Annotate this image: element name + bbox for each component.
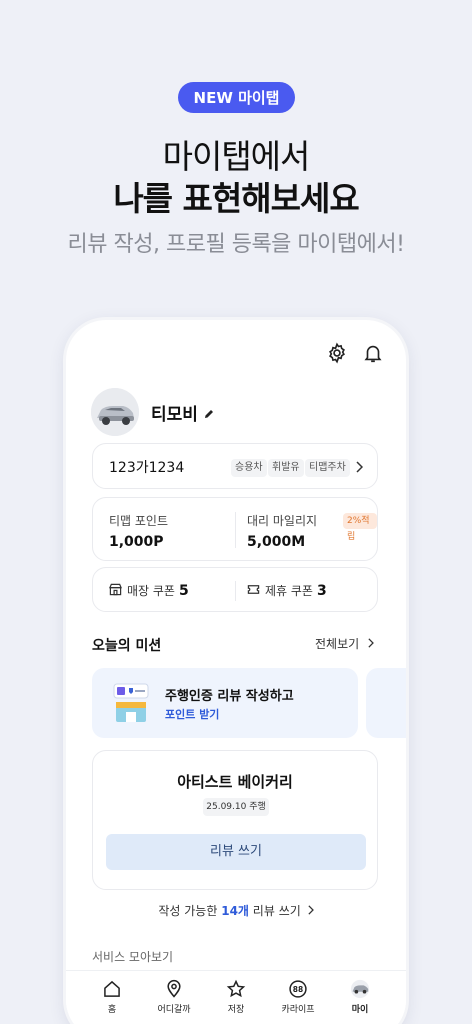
vehicle-tag: 승용차 bbox=[231, 459, 267, 477]
chevron-right-icon bbox=[356, 461, 363, 473]
available-reviews-link[interactable]: 작성 가능한 14개 리뷰 쓰기 bbox=[66, 902, 406, 919]
tmap-points-value[interactable]: 1,000P bbox=[109, 534, 164, 550]
coupons-card: 매장 쿠폰 5 제휴 쿠폰 3 bbox=[92, 567, 378, 612]
avatar[interactable] bbox=[91, 388, 139, 436]
available-suffix: 리뷰 쓰기 bbox=[252, 904, 301, 918]
view-all-label: 전체보기 bbox=[315, 637, 360, 651]
phone-screen: 티모비 123가1234 승용차 휘발유 티맵주차 티맵 포인트 1,000P … bbox=[66, 320, 406, 1024]
tab-bar: 홈 어디갈까 저장 88 카라이프 마이 bbox=[66, 970, 406, 1024]
partner-coupon-count: 3 bbox=[316, 583, 327, 599]
mission-card[interactable]: 주행인증 리뷰 작성하고 포인트 받기 bbox=[92, 668, 358, 738]
tab-label: 어디갈까 bbox=[157, 1005, 191, 1015]
mission-reward-link[interactable]: 포인트 받기 bbox=[165, 706, 219, 722]
car-avatar-icon bbox=[91, 388, 139, 436]
store-name: 아티스트 베이커리 bbox=[177, 773, 293, 791]
store-coupon-count: 5 bbox=[178, 583, 189, 599]
vehicle-card[interactable]: 123가1234 승용차 휘발유 티맵주차 bbox=[92, 443, 378, 489]
missions-title: 오늘의 미션 bbox=[92, 638, 162, 654]
chevron-right-icon bbox=[308, 905, 314, 915]
profile-name: 티모비 bbox=[151, 405, 198, 425]
plate-number: 123가1234 bbox=[109, 460, 185, 476]
rate-badge: 2%적립 bbox=[343, 513, 377, 542]
settings-icon[interactable] bbox=[326, 342, 348, 364]
mission-title: 주행인증 리뷰 작성하고 bbox=[165, 689, 294, 704]
bell-icon[interactable] bbox=[362, 342, 384, 364]
review-illustration-icon bbox=[113, 683, 149, 722]
write-review-button[interactable]: 리뷰 쓰기 bbox=[106, 834, 366, 870]
promo-title-line1: 마이탭에서 bbox=[162, 137, 311, 176]
tab-label: 마이 bbox=[351, 1005, 369, 1015]
divider bbox=[235, 581, 236, 601]
points-card: 티맵 포인트 1,000P 대리 마일리지 2%적립 5,000M bbox=[92, 497, 378, 561]
tab-carlife[interactable]: 88 카라이프 bbox=[267, 979, 329, 1015]
partner-coupon[interactable]: 제휴 쿠폰 3 bbox=[265, 582, 327, 599]
svg-text:88: 88 bbox=[293, 985, 303, 994]
tab-explore[interactable]: 어디갈까 bbox=[143, 979, 205, 1015]
promo-title-line2: 나를 표현해보세요 bbox=[113, 179, 359, 218]
partner-coupon-label: 제휴 쿠폰 bbox=[265, 584, 313, 598]
tab-saved[interactable]: 저장 bbox=[205, 979, 267, 1015]
carlife-88-icon: 88 bbox=[289, 980, 307, 998]
tab-label: 카라이프 bbox=[281, 1005, 315, 1015]
my-car-avatar-icon bbox=[350, 979, 370, 999]
store-coupon[interactable]: 매장 쿠폰 5 bbox=[127, 582, 189, 599]
tab-my[interactable]: 마이 bbox=[329, 979, 391, 1015]
tab-home[interactable]: 홈 bbox=[81, 979, 143, 1015]
vehicle-tag: 티맵주차 bbox=[305, 459, 350, 477]
visit-date-badge: 25.09.10 주행 bbox=[203, 798, 269, 816]
home-icon bbox=[104, 980, 120, 997]
vehicle-tag: 휘발유 bbox=[268, 459, 304, 477]
mission-card-next[interactable] bbox=[366, 668, 406, 738]
available-prefix: 작성 가능한 bbox=[158, 904, 218, 918]
tab-label: 홈 bbox=[107, 1005, 117, 1015]
divider bbox=[235, 512, 236, 548]
promo-badge: NEW 마이탭 bbox=[178, 82, 295, 113]
edit-icon[interactable] bbox=[203, 408, 215, 420]
store-icon bbox=[109, 583, 122, 596]
chevron-right-icon bbox=[368, 638, 374, 648]
tab-label: 저장 bbox=[227, 1005, 245, 1015]
review-card: 아티스트 베이커리 25.09.10 주행 리뷰 쓰기 bbox=[92, 750, 378, 890]
star-icon bbox=[226, 979, 246, 998]
available-count: 14개 bbox=[221, 904, 249, 918]
tmap-points-label: 티맵 포인트 bbox=[109, 514, 169, 528]
promo-subtitle: 리뷰 작성, 프로필 등록을 마이탭에서! bbox=[67, 232, 405, 257]
view-all-link[interactable]: 전체보기 bbox=[315, 635, 374, 652]
mileage-value[interactable]: 5,000M bbox=[247, 534, 305, 550]
store-coupon-label: 매장 쿠폰 bbox=[127, 584, 175, 598]
ticket-icon bbox=[247, 585, 260, 594]
mileage-label: 대리 마일리지 bbox=[247, 514, 318, 528]
services-title: 서비스 모아보기 bbox=[92, 950, 174, 964]
location-pin-icon bbox=[167, 979, 181, 998]
